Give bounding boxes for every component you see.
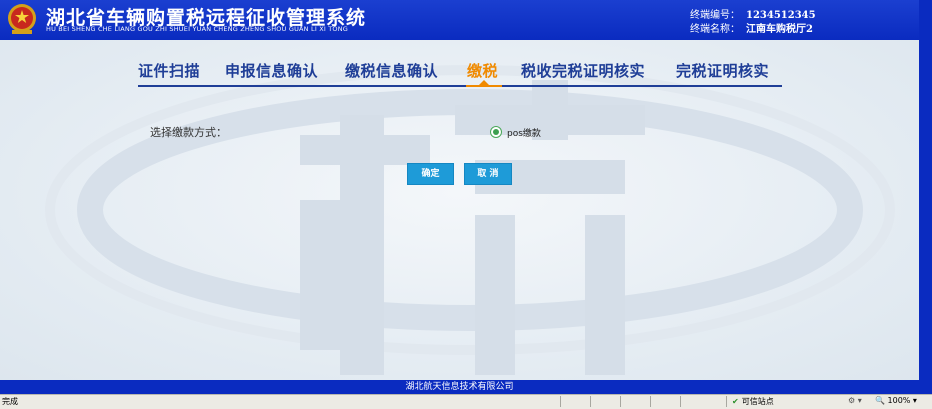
tab-certificate-verify[interactable]: 完税证明核实 xyxy=(676,60,769,81)
tab-declaration-confirm[interactable]: 申报信息确认 xyxy=(225,60,318,81)
app-header: 湖北省车辆购置税远程征收管理系统 HU BEI SHENG CHE LIANG … xyxy=(0,0,932,40)
window-right-edge xyxy=(919,0,932,408)
terminal-name: 终端名称： 江南车购税厅2 xyxy=(690,20,813,35)
terminal-name-value: 江南车购税厅2 xyxy=(746,24,813,35)
national-emblem-icon xyxy=(8,4,36,34)
tab-tax-certificate-verify[interactable]: 税收完税证明核实 xyxy=(521,60,645,81)
main-content: 证件扫描 申报信息确认 缴税信息确认 缴税 税收完税证明核实 完税证明核实 选择… xyxy=(0,40,919,380)
tab-tax-payment[interactable]: 缴税 xyxy=(467,60,498,81)
terminal-name-label: 终端名称： xyxy=(690,24,740,35)
confirm-button[interactable]: 确定 xyxy=(407,163,454,185)
cancel-button[interactable]: 取 消 xyxy=(464,163,512,185)
zoom-level: 100% xyxy=(887,396,911,405)
protected-mode-icon[interactable]: ⚙ ▾ xyxy=(848,396,862,405)
status-separator xyxy=(590,396,591,407)
zoom-control[interactable]: 🔍 100% ▾ xyxy=(875,396,917,405)
tab-id-scan[interactable]: 证件扫描 xyxy=(138,60,200,81)
browser-status-bar: 完成 ✔ 可信站点 ⚙ ▾ 🔍 100% ▾ xyxy=(0,394,932,409)
active-tab-pointer-icon xyxy=(478,80,490,86)
status-separator xyxy=(620,396,621,407)
security-zone-label: 可信站点 xyxy=(741,397,774,406)
footer-company: 湖北航天信息技术有限公司 xyxy=(0,380,919,394)
check-icon: ✔ xyxy=(732,397,739,406)
payment-method-label: 选择缴款方式： xyxy=(150,126,227,139)
status-separator xyxy=(726,396,727,407)
app-title-pinyin: HU BEI SHENG CHE LIANG GOU ZHI SHUEI YUA… xyxy=(46,25,349,33)
pos-payment-radio[interactable] xyxy=(490,126,502,138)
pos-payment-label[interactable]: pos缴款 xyxy=(507,126,541,139)
radio-selected-dot xyxy=(493,129,499,135)
tab-tax-info-confirm[interactable]: 缴税信息确认 xyxy=(345,60,438,81)
status-separator xyxy=(650,396,651,407)
security-zone[interactable]: ✔ 可信站点 xyxy=(732,396,774,407)
tax-emblem-watermark xyxy=(45,65,895,375)
terminal-number: 终端编号： 1234512345 xyxy=(690,6,816,21)
status-separator xyxy=(560,396,561,407)
status-text: 完成 xyxy=(2,397,18,406)
status-separator xyxy=(680,396,681,407)
tabs-divider xyxy=(138,85,782,87)
